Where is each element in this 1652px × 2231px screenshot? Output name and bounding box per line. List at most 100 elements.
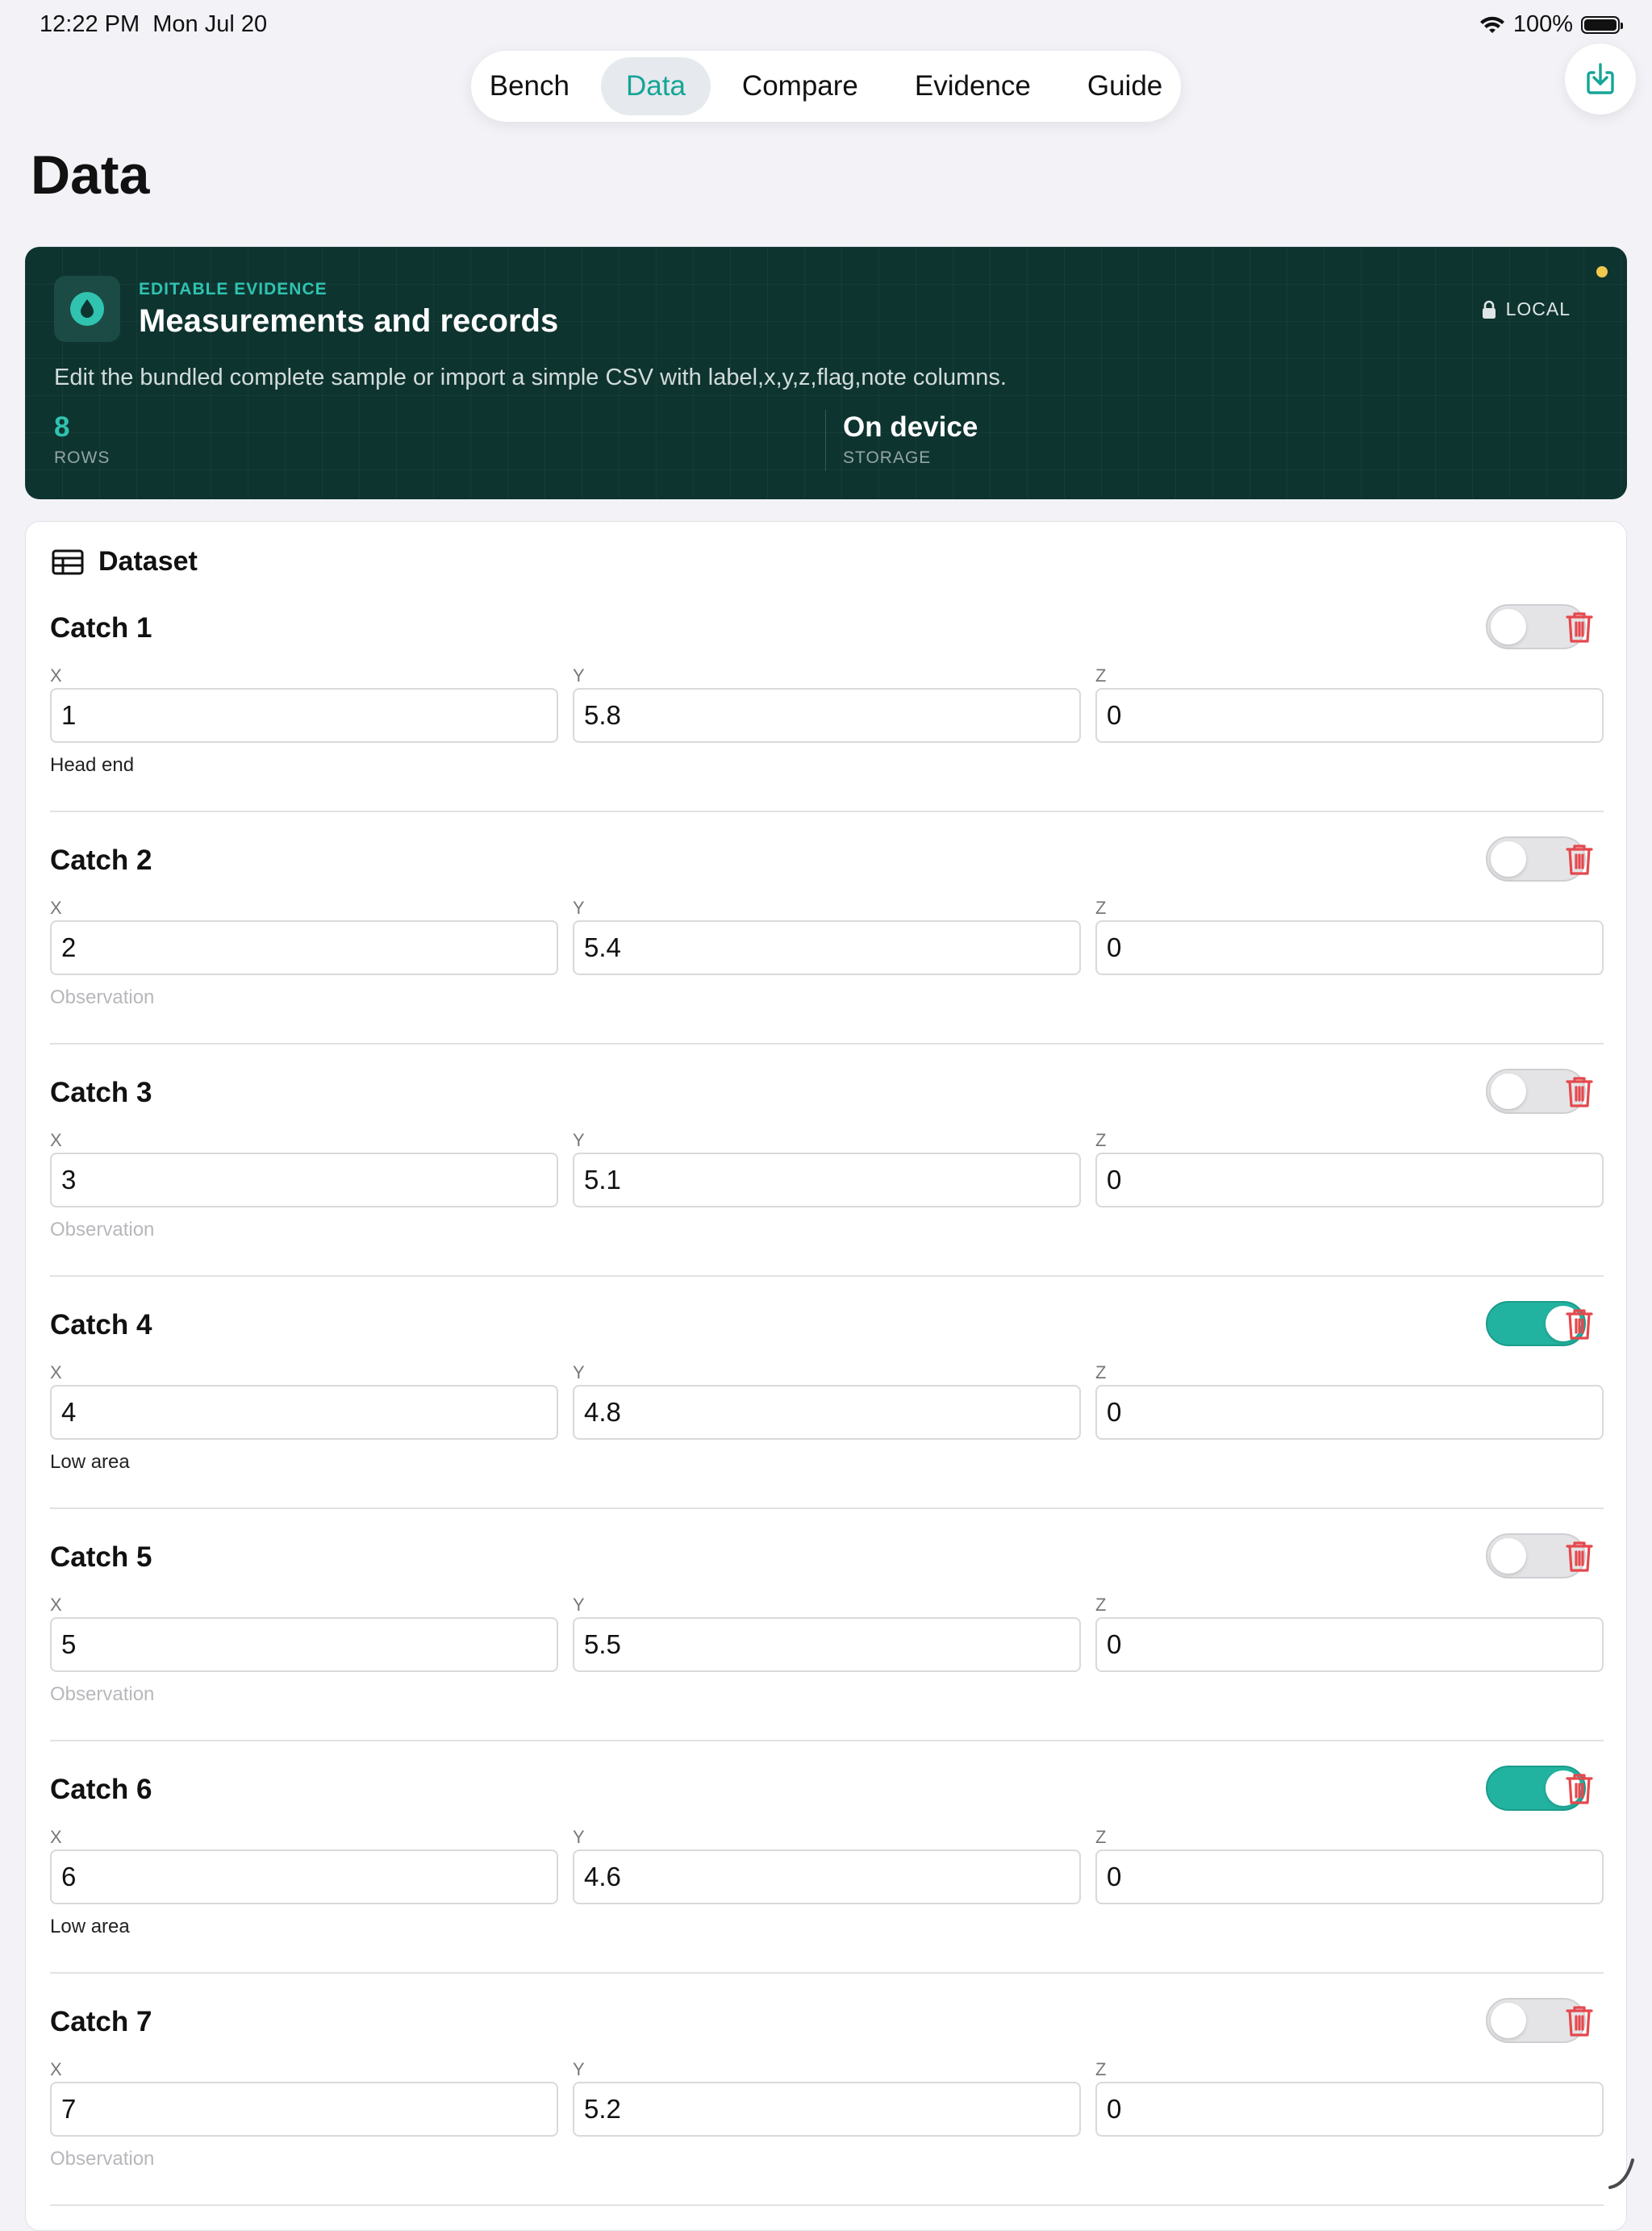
hero-title: Measurements and records	[139, 303, 559, 339]
row-label: Catch 7	[50, 2006, 152, 2037]
stat-label: STORAGE	[843, 448, 932, 467]
z-field[interactable]	[1095, 920, 1604, 975]
trash-icon[interactable]	[1562, 1538, 1597, 1574]
field-label-y: Y	[573, 1595, 585, 1615]
battery-icon	[1581, 15, 1623, 34]
dataset-row: Catch 2 X Y Z Observation	[50, 836, 1604, 1069]
row-note-placeholder[interactable]: Observation	[50, 2148, 154, 2171]
dataset-header: Dataset	[52, 546, 198, 578]
z-field[interactable]	[1095, 1849, 1604, 1904]
row-note[interactable]: Head end	[50, 754, 134, 777]
y-field[interactable]	[573, 1153, 1081, 1207]
y-field[interactable]	[573, 688, 1081, 743]
tab-bench[interactable]: Bench	[465, 57, 594, 115]
y-field[interactable]	[573, 1849, 1081, 1904]
z-field[interactable]	[1095, 1153, 1604, 1207]
water-drop-icon	[70, 292, 104, 326]
field-label-y: Y	[573, 665, 585, 686]
status-time: 12:22 PM Mon Jul 20	[40, 11, 268, 37]
dataset-row: Catch 7 X Y Z Observation	[50, 1998, 1604, 2230]
row-note[interactable]: Low area	[50, 1451, 130, 1474]
row-label: Catch 3	[50, 1077, 152, 1108]
x-field[interactable]	[50, 920, 558, 975]
toggle-knob	[1491, 1538, 1526, 1574]
row-divider	[50, 1740, 1604, 1741]
dataset-row: Catch 6 X Y Z Low area	[50, 1766, 1604, 1998]
dataset-row: Catch 1 X Y Z Head end	[50, 604, 1604, 836]
row-label: Catch 2	[50, 844, 152, 876]
trash-icon[interactable]	[1562, 1770, 1597, 1806]
export-button[interactable]	[1565, 44, 1636, 115]
z-field[interactable]	[1095, 2082, 1604, 2137]
tab-data[interactable]: Data	[600, 57, 711, 115]
x-field[interactable]	[50, 1849, 558, 1904]
evidence-summary-card: EDITABLE EVIDENCE Measurements and recor…	[25, 247, 1627, 499]
trash-icon[interactable]	[1562, 2003, 1597, 2038]
status-indicators: 100%	[1479, 11, 1623, 38]
field-label-x: X	[50, 1595, 62, 1615]
y-field[interactable]	[573, 920, 1081, 975]
field-label-z: Z	[1095, 665, 1107, 686]
tab-bar: Bench Data Compare Evidence Guide	[471, 51, 1181, 122]
y-field[interactable]	[573, 2082, 1081, 2137]
row-divider	[50, 1043, 1604, 1045]
x-field[interactable]	[50, 1617, 558, 1672]
row-label: Catch 5	[50, 1541, 152, 1573]
row-note-placeholder[interactable]: Observation	[50, 986, 154, 1009]
z-field[interactable]	[1095, 1617, 1604, 1672]
field-label-y: Y	[573, 898, 585, 918]
trash-icon[interactable]	[1562, 1306, 1597, 1341]
x-field[interactable]	[50, 1153, 558, 1207]
y-field[interactable]	[573, 1617, 1081, 1672]
row-divider	[50, 1275, 1604, 1277]
row-label: Catch 6	[50, 1774, 152, 1805]
scroll-indicator[interactable]	[1607, 2155, 1636, 2191]
tab-evidence[interactable]: Evidence	[890, 57, 1056, 115]
field-label-y: Y	[573, 2059, 585, 2079]
tab-compare[interactable]: Compare	[717, 57, 883, 115]
status-dot	[1596, 266, 1608, 277]
toggle-knob	[1491, 2003, 1526, 2038]
dataset-row: Catch 4 X Y Z Low area	[50, 1301, 1604, 1533]
table-icon	[52, 549, 84, 574]
field-label-x: X	[50, 2059, 62, 2079]
row-divider	[50, 2204, 1604, 2206]
row-label: Catch 4	[50, 1309, 152, 1341]
z-field[interactable]	[1095, 688, 1604, 743]
z-field[interactable]	[1095, 1385, 1604, 1440]
lock-icon	[1482, 300, 1496, 319]
stat-rows: 8 ROWS	[54, 411, 110, 468]
x-field[interactable]	[50, 2082, 558, 2137]
trash-icon[interactable]	[1562, 609, 1597, 644]
field-label-y: Y	[573, 1362, 585, 1382]
field-label-x: X	[50, 1362, 62, 1382]
dataset-row: Catch 5 X Y Z Observation	[50, 1533, 1604, 1766]
stat-label: ROWS	[54, 448, 111, 467]
x-field[interactable]	[50, 1385, 558, 1440]
hero-kicker: EDITABLE EVIDENCE	[139, 280, 327, 298]
row-note-placeholder[interactable]: Observation	[50, 1683, 154, 1706]
page-title: Data	[31, 144, 150, 206]
y-field[interactable]	[573, 1385, 1081, 1440]
battery-fill	[1584, 19, 1617, 31]
field-label-z: Z	[1095, 898, 1107, 918]
field-label-z: Z	[1095, 1362, 1107, 1382]
stat-divider	[825, 410, 826, 471]
row-note[interactable]: Low area	[50, 1916, 130, 1938]
trash-icon[interactable]	[1562, 841, 1597, 877]
row-note-placeholder[interactable]: Observation	[50, 1219, 154, 1241]
row-label: Catch 1	[50, 612, 152, 644]
field-label-x: X	[50, 1827, 62, 1847]
row-divider	[50, 1972, 1604, 1974]
hero-icon-tile	[54, 276, 120, 342]
dataset-row: Catch 3 X Y Z Observation	[50, 1069, 1604, 1301]
battery-percent: 100%	[1512, 11, 1573, 37]
x-field[interactable]	[50, 688, 558, 743]
export-download-icon	[1587, 63, 1614, 94]
toggle-knob	[1491, 841, 1526, 877]
field-label-x: X	[50, 898, 62, 918]
tab-guide[interactable]: Guide	[1062, 57, 1187, 115]
trash-icon[interactable]	[1562, 1074, 1597, 1109]
wifi-icon	[1479, 16, 1504, 33]
badge-label: LOCAL	[1505, 298, 1571, 319]
